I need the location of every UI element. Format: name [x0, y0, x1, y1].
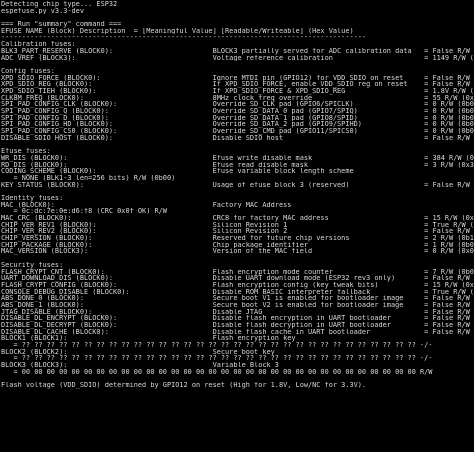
terminal-line: Calibration fuses: [1, 41, 76, 48]
terminal-line: CHIP_VER_REV1 (BLOCK0): Silicon Revision… [1, 221, 474, 229]
terminal-line: Flash voltage (VDD_SDIO) determined by G… [1, 382, 367, 389]
terminal-line: SPI_PAD_CONFIG_D (BLOCK0): Override SD_D… [1, 114, 474, 122]
terminal-line: = ?? ?? ?? ?? ?? ?? ?? ?? ?? ?? ?? ?? ??… [1, 355, 433, 363]
terminal-line: ADC_VREF (BLOCK3): Voltage reference cal… [1, 54, 474, 62]
terminal-line: Detecting chip type... ESP32 [1, 1, 118, 8]
terminal-line: FLASH_CRYPT_CNT (BLOCK0): Flash encrypti… [1, 268, 474, 276]
terminal-line: Config fuses: [1, 67, 55, 75]
terminal-line: BLOCK3 (BLOCK3): Variable Block 3 [1, 362, 279, 369]
terminal-line: DISABLE_DL_ENCRYPT (BLOCK0): Disable fla… [1, 315, 474, 322]
terminal-line: EFUSE_NAME (Block) Description = [Meanin… [1, 27, 354, 35]
terminal-line: SPI_PAD_CONFIG_CLK (BLOCK0): Override SD… [1, 101, 474, 108]
terminal-line: BLOCK2 (BLOCK2): Secure boot key [1, 348, 275, 356]
terminal-line: XPD_SDIO_FORCE (BLOCK0): Ignore MTDI pin… [1, 74, 474, 82]
terminal-line: Identity fuses: [1, 194, 64, 202]
terminal-line: BLK3_PART_RESERVE (BLOCK0): BLOCK3 parti… [1, 47, 474, 55]
terminal-line: SPI_PAD_CONFIG_Q (BLOCK0): Override SD_D… [1, 108, 474, 115]
terminal-line: DISABLE_SDIO_HOST (BLOCK0): Disable SDIO… [1, 134, 474, 142]
terminal-line: ABS_DONE_1 (BLOCK0): Secure boot V2 is e… [1, 301, 474, 309]
terminal-line: UART_DOWNLOAD_DIS (BLOCK0): Disable UART… [1, 275, 474, 282]
terminal-line: ABS_DONE_0 (BLOCK0): Secure boot V1 is e… [1, 295, 474, 302]
terminal-line: === Run "summary" command === [1, 21, 122, 28]
terminal-line: DISABLE_DL_CACHE (BLOCK0): Disable flash… [1, 328, 474, 336]
terminal-line: JTAG_DISABLE (BLOCK0): Disable JTAG = Fa… [1, 308, 474, 316]
terminal-line: XPD_SDIO_REG (BLOCK0): If XPD_SDIO_FORCE… [1, 81, 474, 88]
terminal-line: CHIP_VER_REV2 (BLOCK0): Silicon Revision… [1, 228, 474, 236]
terminal-line: KEY_STATUS (BLOCK0): Usage of efuse bloc… [1, 181, 474, 189]
terminal-line: CLK8M_FREQ (BLOCK0): 8MHz clock freq ove… [1, 94, 474, 102]
terminal-line: = 0c:dc:7e:0e:d6:f8 (CRC 0x0f OK) R/W [1, 208, 167, 215]
terminal-line: XPD_SDIO_TIEH (BLOCK0): If XPD_SDIO_FORC… [1, 87, 474, 95]
terminal-line: CHIP_VERSION (BLOCK0): Reserved for futu… [1, 235, 474, 242]
terminal-line: MAC_CRC (BLOCK0): CRC8 for factory MAC a… [1, 215, 474, 222]
terminal-line: espefuse.py v3.3-dev [1, 7, 84, 15]
terminal-line: MAC (BLOCK0): Factory MAC Address [1, 201, 292, 209]
terminal-line: Efuse fuses: [1, 148, 51, 155]
terminal-line: CHIP_PACKAGE (BLOCK0): Chip package iden… [1, 241, 474, 249]
terminal-window[interactable]: Detecting chip type... ESP32 espefuse.py … [0, 0, 474, 452]
terminal-line: = 00 00 00 00 00 00 00 00 00 00 00 00 00… [1, 368, 433, 376]
terminal-line: SPI_PAD_CONFIG_HD (BLOCK0): Override SD_… [1, 121, 474, 129]
terminal-line: ----------------------------------------… [1, 34, 367, 42]
terminal-line: RD_DIS (BLOCK0): Efuse read disable mask… [1, 161, 474, 169]
terminal-line: DISABLE_DL_DECRYPT (BLOCK0): Disable fla… [1, 322, 474, 329]
terminal-line: Security fuses: [1, 261, 64, 269]
terminal-line: BLOCK1 (BLOCK1): Flash encryption key [1, 335, 296, 343]
terminal-line: MAC_VERSION (BLOCK3): Version of the MAC… [1, 248, 474, 256]
terminal-line: = NONE (BLK1-3 len=256 bits) R/W (0b00) [1, 174, 176, 182]
terminal-line: WR_DIS (BLOCK0): Efuse write disable mas… [1, 154, 474, 162]
terminal-line: FLASH_CRYPT_CONFIG (BLOCK0): Flash encry… [1, 281, 474, 289]
terminal-line: = ?? ?? ?? ?? ?? ?? ?? ?? ?? ?? ?? ?? ??… [1, 342, 433, 349]
terminal-line: SPI_PAD_CONFIG_CS0 (BLOCK0): Override SD… [1, 128, 474, 135]
terminal-line: CONSOLE_DEBUG_DISABLE (BLOCK0): Disable … [1, 288, 474, 296]
terminal-line: CODING_SCHEME (BLOCK0): Efuse variable b… [1, 168, 354, 175]
